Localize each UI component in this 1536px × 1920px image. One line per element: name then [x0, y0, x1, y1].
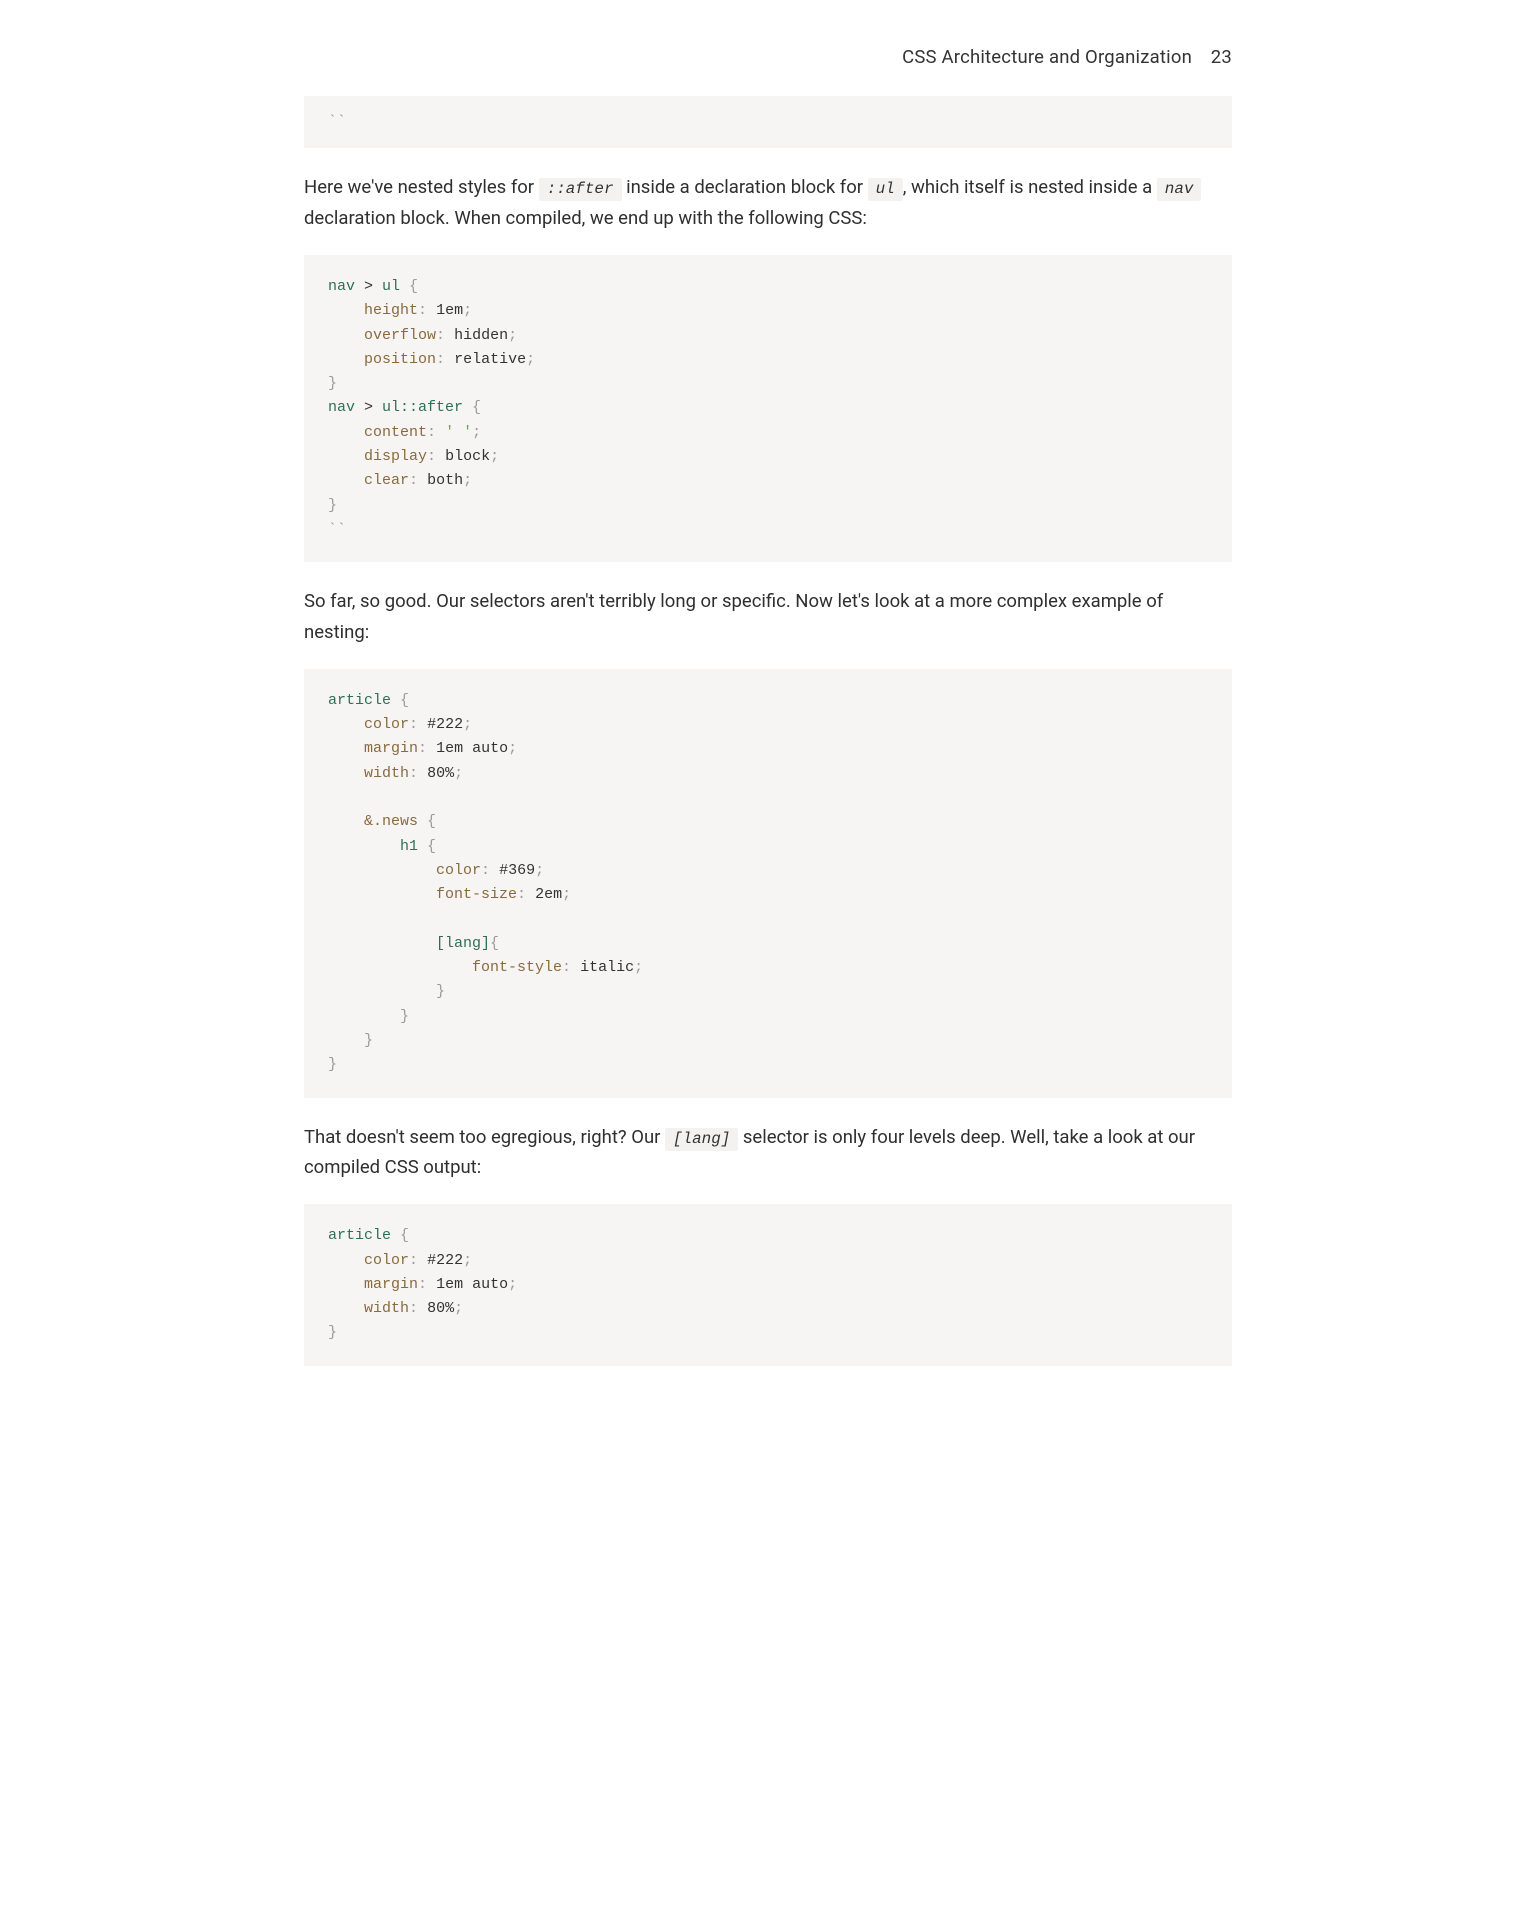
brace: } — [328, 375, 337, 392]
running-header: CSS Architecture and Organization 23 — [304, 46, 1232, 68]
value: 80% — [427, 1300, 454, 1317]
prop: display — [364, 448, 427, 465]
code-block-2: article { color: #222; margin: 1em auto;… — [304, 669, 1232, 1098]
brace: { — [391, 692, 409, 709]
page-number: 23 — [1211, 46, 1232, 68]
brace: { — [391, 1227, 409, 1244]
value: 2em — [535, 886, 562, 903]
backticks: `` — [328, 113, 346, 130]
combinator: > — [355, 278, 382, 295]
prop: position — [364, 351, 436, 368]
text: declaration block. When compiled, we end… — [304, 207, 867, 229]
prop: width — [364, 765, 409, 782]
text: Here we've nested styles for — [304, 176, 539, 198]
value: relative — [454, 351, 526, 368]
selector: article — [328, 1227, 391, 1244]
brace: } — [364, 1032, 373, 1049]
value: hidden — [454, 327, 508, 344]
inline-code-nav: nav — [1157, 178, 1202, 201]
selector: ul::after — [382, 399, 463, 416]
brace: { — [418, 838, 436, 855]
prop: color — [364, 1252, 409, 1269]
code-block-1: nav > ul { height: 1em; overflow: hidden… — [304, 255, 1232, 562]
parent-selector: & — [364, 813, 373, 830]
value: 80% — [427, 765, 454, 782]
prop: margin — [364, 740, 418, 757]
prop: font-size — [436, 886, 517, 903]
text: inside a declaration block for — [622, 176, 868, 198]
code-block-3: article { color: #222; margin: 1em auto;… — [304, 1204, 1232, 1365]
prop: overflow — [364, 327, 436, 344]
brace: { — [463, 399, 481, 416]
combinator: > — [355, 399, 382, 416]
selector: nav — [328, 278, 355, 295]
brace: } — [328, 497, 337, 514]
backticks: `` — [328, 521, 346, 538]
value: ' ' — [445, 424, 472, 441]
value: block — [445, 448, 490, 465]
text: That doesn't seem too egregious, right? … — [304, 1126, 665, 1148]
code-block-0: `` — [304, 96, 1232, 148]
brace: } — [328, 1056, 337, 1073]
selector: ul — [382, 278, 400, 295]
value: 1em auto — [436, 740, 508, 757]
prop: width — [364, 1300, 409, 1317]
selector: article — [328, 692, 391, 709]
paragraph-1: Here we've nested styles for ::after ins… — [304, 172, 1232, 233]
value: 1em auto — [436, 1276, 508, 1293]
inline-code-lang: [lang] — [665, 1128, 738, 1151]
prop: margin — [364, 1276, 418, 1293]
paragraph-3: That doesn't seem too egregious, right? … — [304, 1122, 1232, 1183]
brace: } — [328, 1324, 337, 1341]
brace: } — [436, 983, 445, 1000]
prop: height — [364, 302, 418, 319]
inline-code-after: ::after — [539, 178, 622, 201]
attr-selector: [lang] — [436, 935, 490, 952]
value: #222 — [427, 716, 463, 733]
value: both — [427, 472, 463, 489]
text: , which itself is nested inside a — [903, 176, 1157, 198]
value: italic — [580, 959, 634, 976]
prop: content — [364, 424, 427, 441]
paragraph-2: So far, so good. Our selectors aren't te… — [304, 586, 1232, 647]
brace: } — [400, 1008, 409, 1025]
value: #222 — [427, 1252, 463, 1269]
page: CSS Architecture and Organization 23 `` … — [256, 0, 1280, 1450]
prop: color — [364, 716, 409, 733]
prop: font-style — [472, 959, 562, 976]
brace: { — [400, 278, 418, 295]
selector: h1 — [400, 838, 418, 855]
value: 1em — [436, 302, 463, 319]
prop: clear — [364, 472, 409, 489]
value: #369 — [499, 862, 535, 879]
class-selector: .news — [373, 813, 418, 830]
prop: color — [436, 862, 481, 879]
brace: { — [418, 813, 436, 830]
inline-code-ul: ul — [868, 178, 903, 201]
chapter-title: CSS Architecture and Organization — [902, 46, 1192, 68]
selector: nav — [328, 399, 355, 416]
